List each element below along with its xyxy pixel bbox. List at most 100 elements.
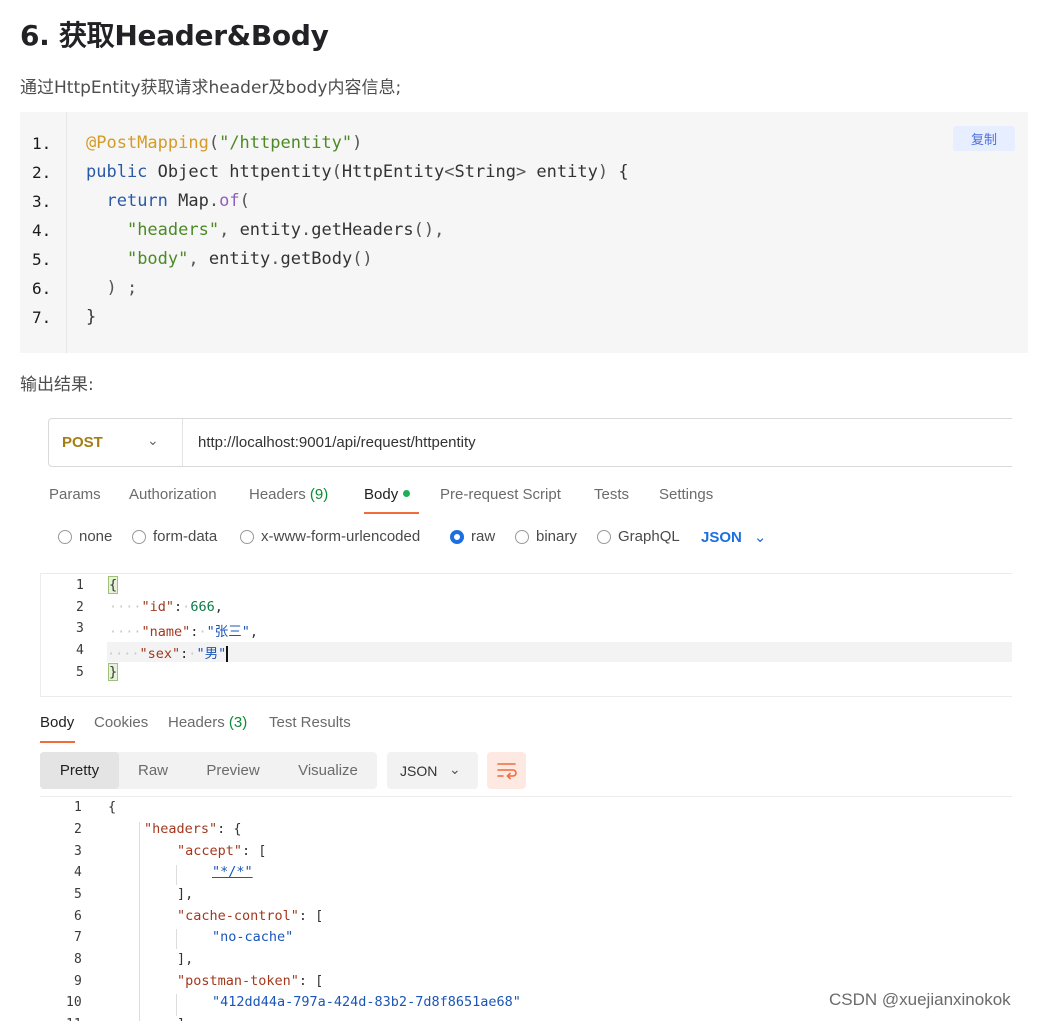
tab-test-results[interactable]: Test Results — [269, 714, 351, 731]
response-line: ] — [177, 1016, 185, 1021]
response-line: ], — [177, 886, 194, 902]
chevron-down-icon[interactable]: ⌄ — [147, 432, 159, 449]
view-preview-button[interactable]: Preview — [187, 752, 279, 789]
code-line: return Map.of( — [106, 191, 250, 211]
response-body-viewer[interactable]: 1 2 3 4 5 6 7 8 9 10 11 { "headers": { "… — [40, 796, 1012, 1021]
code-line: } — [86, 307, 97, 327]
code-line-number: 7. — [32, 308, 52, 327]
result-label: 输出结果: — [20, 375, 94, 395]
postman-screenshot: POST ⌄ http://localhost:9001/api/request… — [40, 410, 1012, 1021]
copy-button[interactable]: 复制 — [953, 126, 1015, 151]
code-line-number: 4. — [32, 221, 52, 240]
response-line-number: 5 — [74, 887, 82, 902]
response-line: "postman-token": [ — [177, 973, 324, 989]
indent-guide — [176, 929, 177, 949]
tab-body[interactable]: Body — [364, 486, 411, 503]
response-line-number: 8 — [74, 952, 82, 967]
radio-none[interactable]: none — [58, 528, 112, 545]
editor-line: ····"id":·666, — [109, 599, 223, 615]
response-line: "*/*" — [212, 864, 253, 880]
radio-selected-icon — [450, 529, 464, 544]
tab-authorization[interactable]: Authorization — [129, 486, 217, 503]
response-line: ], — [177, 951, 194, 967]
text-cursor — [226, 646, 229, 662]
response-line: "cache-control": [ — [177, 908, 324, 924]
editor-line-number: 1 — [76, 578, 84, 593]
divider — [182, 419, 183, 466]
code-line-number: 1. — [32, 134, 52, 153]
editor-line-active: ····"sex":·"男" — [107, 642, 1012, 662]
editor-line: ····"name":·"张三", — [109, 624, 258, 640]
code-block: 1. 2. 3. 4. 5. 6. 7. @PostMapping("/http… — [20, 112, 1028, 353]
editor-line-number: 2 — [76, 600, 84, 615]
headers-count: (9) — [309, 486, 329, 503]
indent-guide — [176, 865, 177, 885]
section-heading: 6. 获取Header&Body — [20, 19, 329, 52]
editor-line: { — [107, 576, 119, 594]
tab-headers[interactable]: Headers (9) — [249, 486, 328, 503]
chevron-down-icon: ⌄ — [753, 529, 767, 546]
response-line-number: 9 — [74, 974, 82, 989]
wrap-lines-icon — [497, 763, 517, 780]
editor-line-number: 5 — [76, 665, 84, 680]
headers-count: (3) — [228, 714, 248, 731]
response-format-select[interactable]: JSON ⌄ — [387, 752, 478, 789]
response-line: "no-cache" — [212, 929, 294, 945]
editor-line-number: 3 — [76, 621, 84, 636]
code-line-number: 5. — [32, 250, 52, 269]
chevron-down-icon: ⌄ — [449, 761, 461, 777]
section-description: 通过HttpEntity获取请求header及body内容信息; — [20, 78, 402, 98]
watermark: CSDN @xuejianxinokok — [829, 990, 1011, 1009]
response-line-number: 4 — [74, 865, 82, 880]
tab-cookies[interactable]: Cookies — [94, 714, 148, 731]
response-line: "accept": [ — [177, 843, 267, 859]
response-line-number: 6 — [74, 909, 82, 924]
view-raw-button[interactable]: Raw — [119, 752, 187, 789]
radio-form-data[interactable]: form-data — [132, 528, 217, 545]
wrap-lines-button[interactable] — [487, 752, 526, 789]
response-line-number: 11 — [66, 1017, 82, 1021]
code-line: "headers", entity.getHeaders(), — [126, 220, 445, 240]
radio-raw[interactable]: raw — [450, 528, 495, 545]
response-line-number: 1 — [74, 800, 82, 815]
editor-line-number: 4 — [76, 643, 84, 658]
indent-guide — [176, 994, 177, 1016]
tab-settings[interactable]: Settings — [659, 486, 713, 503]
code-line: public Object httpentity(HttpEntity<Stri… — [86, 162, 629, 182]
tab-params[interactable]: Params — [49, 486, 101, 503]
radio-binary[interactable]: binary — [515, 528, 577, 545]
radio-graphql[interactable]: GraphQL — [597, 528, 680, 545]
code-line-number: 3. — [32, 192, 52, 211]
tab-response-headers[interactable]: Headers (3) — [168, 714, 247, 731]
view-pretty-button[interactable]: Pretty — [40, 752, 119, 789]
radio-x-www-form-urlencoded[interactable]: x-www-form-urlencoded — [240, 528, 420, 545]
indent-guide — [139, 822, 140, 1021]
modified-dot-icon — [403, 489, 411, 497]
response-line-number: 10 — [66, 995, 82, 1010]
tab-pre-request-script[interactable]: Pre-request Script — [440, 486, 561, 503]
code-line-number: 2. — [32, 163, 52, 182]
request-url-bar: POST ⌄ http://localhost:9001/api/request… — [48, 418, 1012, 467]
response-line: "412dd44a-797a-424d-83b2-7d8f8651ae68" — [212, 994, 521, 1010]
body-format-select[interactable]: JSON ⌄ — [701, 528, 767, 547]
radio-circle-icon — [515, 529, 529, 544]
response-line-number: 7 — [74, 930, 82, 945]
response-line: { — [108, 799, 117, 815]
editor-line: } — [107, 663, 119, 681]
code-line: @PostMapping("/httpentity") — [86, 133, 363, 153]
tab-response-body[interactable]: Body — [40, 714, 74, 731]
radio-circle-icon — [132, 529, 146, 544]
view-visualize-button[interactable]: Visualize — [279, 752, 377, 789]
response-line-number: 2 — [74, 822, 82, 837]
active-tab-indicator — [40, 741, 75, 743]
url-input[interactable]: http://localhost:9001/api/request/httpen… — [198, 434, 476, 451]
radio-circle-icon — [597, 529, 611, 544]
request-body-editor[interactable]: 1 2 3 4 5 { ····"id":·666, ····"name":·"… — [40, 573, 1012, 697]
tab-tests[interactable]: Tests — [594, 486, 629, 503]
view-mode-toggle: Pretty Raw Preview Visualize — [40, 752, 377, 789]
radio-circle-icon — [240, 529, 254, 544]
active-tab-indicator — [364, 512, 419, 514]
method-select[interactable]: POST — [62, 434, 103, 451]
response-line: "headers": { — [144, 821, 242, 837]
code-line-number: 6. — [32, 279, 52, 298]
